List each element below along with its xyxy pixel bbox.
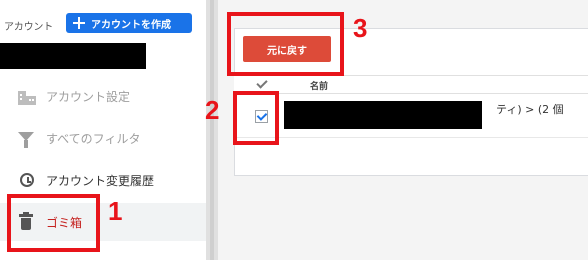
account-label: アカウント [4, 22, 53, 33]
filter-icon [18, 131, 34, 148]
building-icon [18, 87, 36, 105]
annotation-number-2: 2 [205, 95, 220, 125]
redacted-row-name [284, 101, 482, 129]
sidebar-header: アカウント アカウントを作成 [0, 12, 206, 34]
redacted-account-name [0, 43, 146, 69]
sidebar-item-label: すべてのフィルタ [46, 131, 141, 146]
plus-icon [66, 13, 88, 33]
sidebar-item-account-settings[interactable]: アカウント設定 [0, 77, 206, 115]
history-icon [20, 173, 34, 187]
panel-splitter[interactable] [206, 0, 218, 260]
annotation-box-3 [227, 12, 344, 76]
create-account-button[interactable]: アカウントを作成 [66, 13, 192, 33]
sidebar-item-label: アカウント変更履歴 [46, 173, 155, 188]
row-name-text: ティ) > (2 個 [496, 103, 564, 116]
sidebar-item-all-filters[interactable]: すべてのフィルタ [0, 119, 206, 157]
select-all-checkbox[interactable] [255, 78, 267, 90]
create-account-label: アカウントを作成 [91, 19, 171, 31]
annotation-box-1 [7, 194, 100, 252]
annotation-number-1: 1 [108, 196, 123, 226]
sidebar-item-label: アカウント設定 [46, 89, 131, 104]
table-header: 名前 [234, 75, 588, 94]
annotation-box-2 [233, 91, 279, 145]
column-header-name: 名前 [310, 82, 329, 92]
annotation-number-3: 3 [353, 13, 368, 43]
